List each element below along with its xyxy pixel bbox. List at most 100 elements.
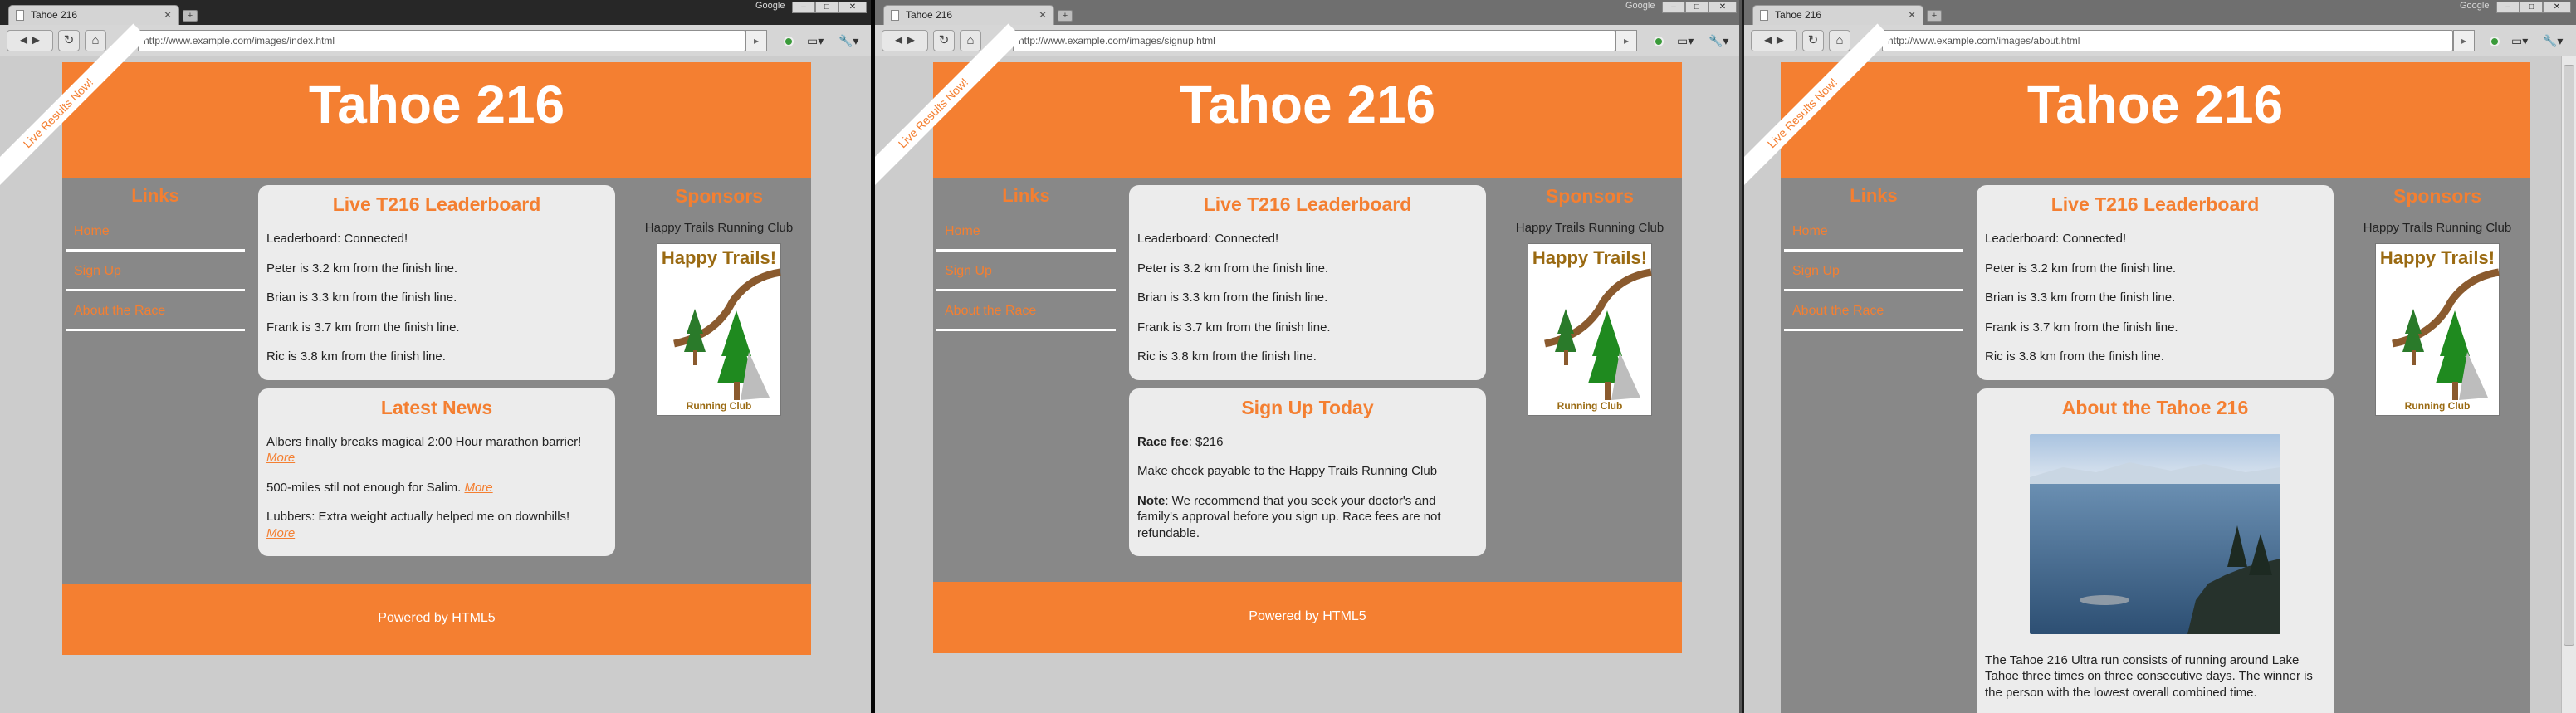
note-text: : We recommend that you seek your doctor… [1137,493,1441,540]
nav-about[interactable]: About the Race [1784,291,1963,331]
browser-tab[interactable]: Tahoe 216 ✕ [1752,5,1923,25]
page-menu-button[interactable]: ▭▾ [2511,32,2539,51]
leaderboard-line: Frank is 3.7 km from the finish line. [266,320,460,335]
home-button[interactable]: ⌂ [960,30,981,51]
back-button[interactable]: ◄► [882,30,928,51]
browser-window-signup: Tahoe 216 ✕ + Google – □ ✕ ◄► ↻ ⌂ ☆ http… [875,0,1742,713]
browser-tab[interactable]: Tahoe 216 ✕ [8,5,179,25]
extension-icon[interactable] [1654,37,1664,46]
signup-note: Note: We recommend that you seek your do… [1137,493,1478,542]
back-button[interactable]: ◄► [1751,30,1797,51]
vertical-scrollbar[interactable] [2561,56,2576,713]
maximize-button[interactable]: □ [815,2,838,13]
new-tab-button[interactable]: + [1927,10,1942,22]
tab-close-icon[interactable]: ✕ [1039,6,1047,24]
tools-menu-button[interactable]: 🔧▾ [838,32,867,51]
sponsor-logo[interactable]: Happy Trails! Running Club [1528,243,1652,416]
leaderboard-line: Ric is 3.8 km from the finish line. [1985,349,2164,364]
race-fee: Race fee: $216 [1137,434,1478,451]
nav-about[interactable]: About the Race [936,291,1116,331]
note-label: Note [1137,493,1166,508]
content-column: Live T216 Leaderboard Leaderboard: Conne… [1977,185,2334,713]
go-button[interactable]: ▸ [2453,30,2475,51]
leaderboard-status: Leaderboard: Connected! [1985,232,2127,246]
nav-sign-up[interactable]: Sign Up [66,252,245,291]
more-link[interactable]: More [464,481,492,495]
tools-menu-button[interactable]: 🔧▾ [2543,32,2571,51]
news-item: Albers finally breaks magical 2:00 Hour … [266,434,607,466]
logo-footer: Running Club [686,400,752,412]
nav-sign-up[interactable]: Sign Up [1784,252,1963,291]
links-heading: Links [1002,185,1050,206]
sponsor-name: Happy Trails Running Club [644,221,794,235]
nav-home[interactable]: Home [1784,212,1963,252]
news-text: Albers finally breaks magical 2:00 Hour … [266,434,582,449]
maximize-button[interactable]: □ [2520,2,2543,13]
tab-close-icon[interactable]: ✕ [1908,6,1916,24]
home-button[interactable]: ⌂ [85,30,106,51]
home-button[interactable]: ⌂ [1829,30,1850,51]
lake-tahoe-photo [2030,433,2280,634]
go-button[interactable]: ▸ [745,30,767,51]
sponsor-logo[interactable]: Happy Trails! Running Club [2375,243,2500,416]
back-icon: ◄ [892,33,905,47]
sponsor-logo[interactable]: Happy Trails! Running Club [657,243,781,416]
more-link[interactable]: More [266,526,295,540]
more-link[interactable]: More [266,451,295,465]
maximize-button[interactable]: □ [1685,2,1708,13]
go-button[interactable]: ▸ [1615,30,1637,51]
nav-home[interactable]: Home [66,212,245,252]
leaderboard-line: Peter is 3.2 km from the finish line. [1985,261,2177,276]
browser-tab[interactable]: Tahoe 216 ✕ [883,5,1054,25]
new-tab-button[interactable]: + [183,10,198,22]
leaderboard-line: Brian is 3.3 km from the finish line. [266,291,457,305]
trail-trees-icon [1544,268,1652,400]
reload-button[interactable]: ↻ [58,30,80,51]
leaderboard-heading: Live T216 Leaderboard [2051,193,2260,215]
site-footer: Powered by HTML5 [62,584,811,655]
brand-label: Google [1625,1,1655,11]
extension-icon[interactable] [2490,37,2500,46]
forward-icon: ► [905,33,917,47]
minimize-button[interactable]: – [1662,2,1685,13]
nav-home[interactable]: Home [936,212,1116,252]
leaderboard-panel: Live T216 Leaderboard Leaderboard: Conne… [1977,185,2334,380]
tab-title: Tahoe 216 [1775,9,1822,21]
forward-icon: ► [1774,33,1787,47]
site-container: Tahoe 216 Links Home Sign Up About the R… [933,62,1682,653]
site-container: Tahoe 216 Links Home Sign Up About the R… [1781,62,2530,713]
extension-icon[interactable] [784,37,794,46]
tab-close-icon[interactable]: ✕ [164,6,172,24]
close-window-button[interactable]: ✕ [1708,2,1737,13]
leaderboard-line: Frank is 3.7 km from the finish line. [1985,320,2178,335]
address-bar[interactable]: http://www.example.com/images/signup.htm… [1013,30,1615,51]
minimize-button[interactable]: – [792,2,815,13]
tab-strip: Tahoe 216 ✕ + Google – □ ✕ [0,0,871,25]
close-window-button[interactable]: ✕ [2543,2,2571,13]
tab-strip: Tahoe 216 ✕ + Google – □ ✕ [875,0,1739,25]
leaderboard-line: Ric is 3.8 km from the finish line. [266,349,446,364]
nav-sign-up[interactable]: Sign Up [936,252,1116,291]
page-menu-button[interactable]: ▭▾ [1677,32,1705,51]
sponsor-name: Happy Trails Running Club [2363,221,2512,235]
page-icon [16,10,24,21]
page-viewport: Tahoe 216 Links Home Sign Up About the R… [875,23,1739,713]
new-tab-button[interactable]: + [1058,10,1073,22]
page-menu-button[interactable]: ▭▾ [807,32,835,51]
minimize-button[interactable]: – [2496,2,2520,13]
close-window-button[interactable]: ✕ [838,2,867,13]
scrollbar-thumb[interactable] [2564,65,2574,646]
links-heading: Links [1850,185,1898,206]
reload-button[interactable]: ↻ [1802,30,1824,51]
logo-footer: Running Club [1557,400,1623,412]
site-header: Tahoe 216 [62,62,811,178]
nav-about[interactable]: About the Race [66,291,245,331]
back-button[interactable]: ◄► [7,30,53,51]
leaderboard-line: Peter is 3.2 km from the finish line. [266,261,458,276]
address-bar[interactable]: http://www.example.com/images/index.html [138,30,745,51]
reload-button[interactable]: ↻ [933,30,955,51]
sponsor-name: Happy Trails Running Club [1515,221,1664,235]
address-bar[interactable]: http://www.example.com/images/about.html [1882,30,2453,51]
tools-menu-button[interactable]: 🔧▾ [1708,32,1737,51]
leaderboard-line: Ric is 3.8 km from the finish line. [1137,349,1317,364]
